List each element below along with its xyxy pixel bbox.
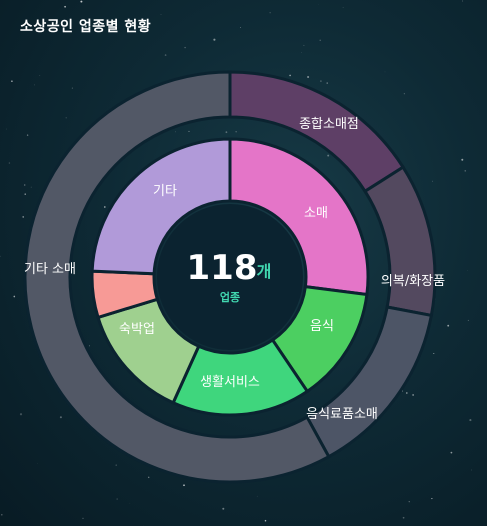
total-count: 118 bbox=[187, 248, 258, 288]
industry-donut-chart: 종합소매점의복/화장품음식료품소매기타 소매 소매음식생활서비스숙박업부동산기타… bbox=[23, 70, 445, 484]
outer-ring-label-기타-소매: 기타 소매 bbox=[24, 262, 76, 277]
outer-ring-segment-의복-화장품[interactable] bbox=[363, 165, 437, 318]
inner-ring-label-기타: 기타 bbox=[153, 184, 177, 199]
outer-ring-label-음식료품소매: 음식료품소매 bbox=[306, 407, 378, 422]
outer-ring-label-종합소매점: 종합소매점 bbox=[299, 117, 359, 132]
inner-ring-label-소매: 소매 bbox=[304, 206, 328, 221]
inner-ring-label-숙박업: 숙박업 bbox=[119, 322, 155, 337]
outer-ring-label-의복-화장품: 의복/화장품 bbox=[381, 274, 445, 289]
inner-ring-label-음식: 음식 bbox=[310, 319, 334, 334]
total-label: 업종 bbox=[220, 291, 240, 304]
inner-ring-label-생활서비스: 생활서비스 bbox=[200, 375, 260, 390]
total-unit: 개 bbox=[257, 262, 272, 281]
